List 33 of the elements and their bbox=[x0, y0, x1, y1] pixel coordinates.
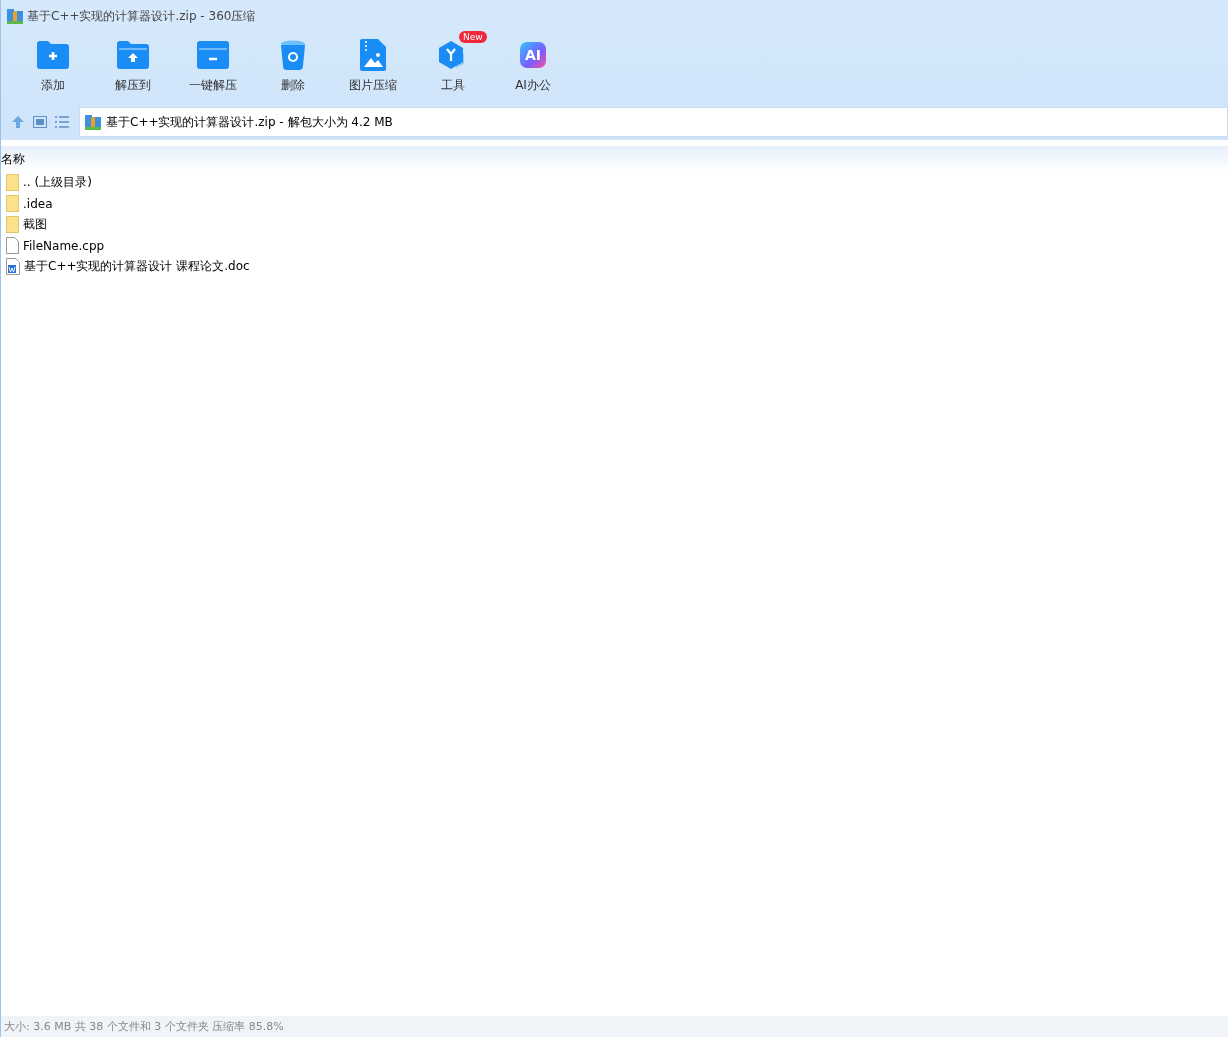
toolbar-button[interactable]: 一键解压 bbox=[173, 32, 253, 96]
new-badge: New bbox=[459, 31, 487, 43]
ai-logo-icon: AI bbox=[520, 42, 546, 68]
file-icon bbox=[6, 237, 19, 254]
trash-bin-icon bbox=[280, 40, 306, 70]
toolbar-button[interactable]: New 工具 bbox=[413, 32, 493, 96]
folder-upload-icon bbox=[117, 41, 149, 69]
toolbar-button[interactable]: AI AI办公 bbox=[493, 32, 573, 96]
up-arrow-icon[interactable] bbox=[11, 115, 25, 129]
toolbar-button[interactable]: 删除 bbox=[253, 32, 333, 96]
image-file-icon bbox=[360, 39, 386, 71]
file-name[interactable]: 截图 bbox=[23, 216, 47, 233]
toolbar-button[interactable]: 添加 bbox=[13, 32, 93, 96]
folder-add-icon bbox=[37, 41, 69, 69]
column-header[interactable]: 名称 bbox=[1, 151, 25, 168]
file-name[interactable]: .. (上级目录) bbox=[23, 174, 92, 191]
file-name[interactable]: FileName.cpp bbox=[23, 238, 105, 253]
folder-icon bbox=[6, 216, 19, 233]
address-bar[interactable]: 基于C++实现的计算器设计.zip - 解包大小为 4.2 MB bbox=[79, 107, 1228, 137]
file-name[interactable]: .idea bbox=[23, 196, 53, 211]
word-document-icon bbox=[6, 258, 20, 275]
folder-icon bbox=[6, 195, 19, 212]
window-title: 基于C++实现的计算器设计.zip - 360压缩 bbox=[27, 7, 256, 25]
archive-icon bbox=[85, 114, 101, 130]
archive-icon bbox=[7, 8, 23, 24]
thumbnail-view-icon[interactable] bbox=[33, 116, 47, 128]
folder-icon bbox=[6, 174, 19, 191]
file-name[interactable]: 基于C++实现的计算器设计 课程论文.doc bbox=[24, 258, 250, 275]
status-bar: 大小: 3.6 MB 共 38 个文件和 3 个文件夹 压缩率 85.8% bbox=[1, 1016, 1228, 1037]
folder-minus-icon bbox=[197, 41, 229, 69]
list-view-icon[interactable] bbox=[55, 116, 69, 128]
toolbar-button[interactable]: 图片压缩 bbox=[333, 32, 413, 96]
toolbar-button[interactable]: 解压到 bbox=[93, 32, 173, 96]
